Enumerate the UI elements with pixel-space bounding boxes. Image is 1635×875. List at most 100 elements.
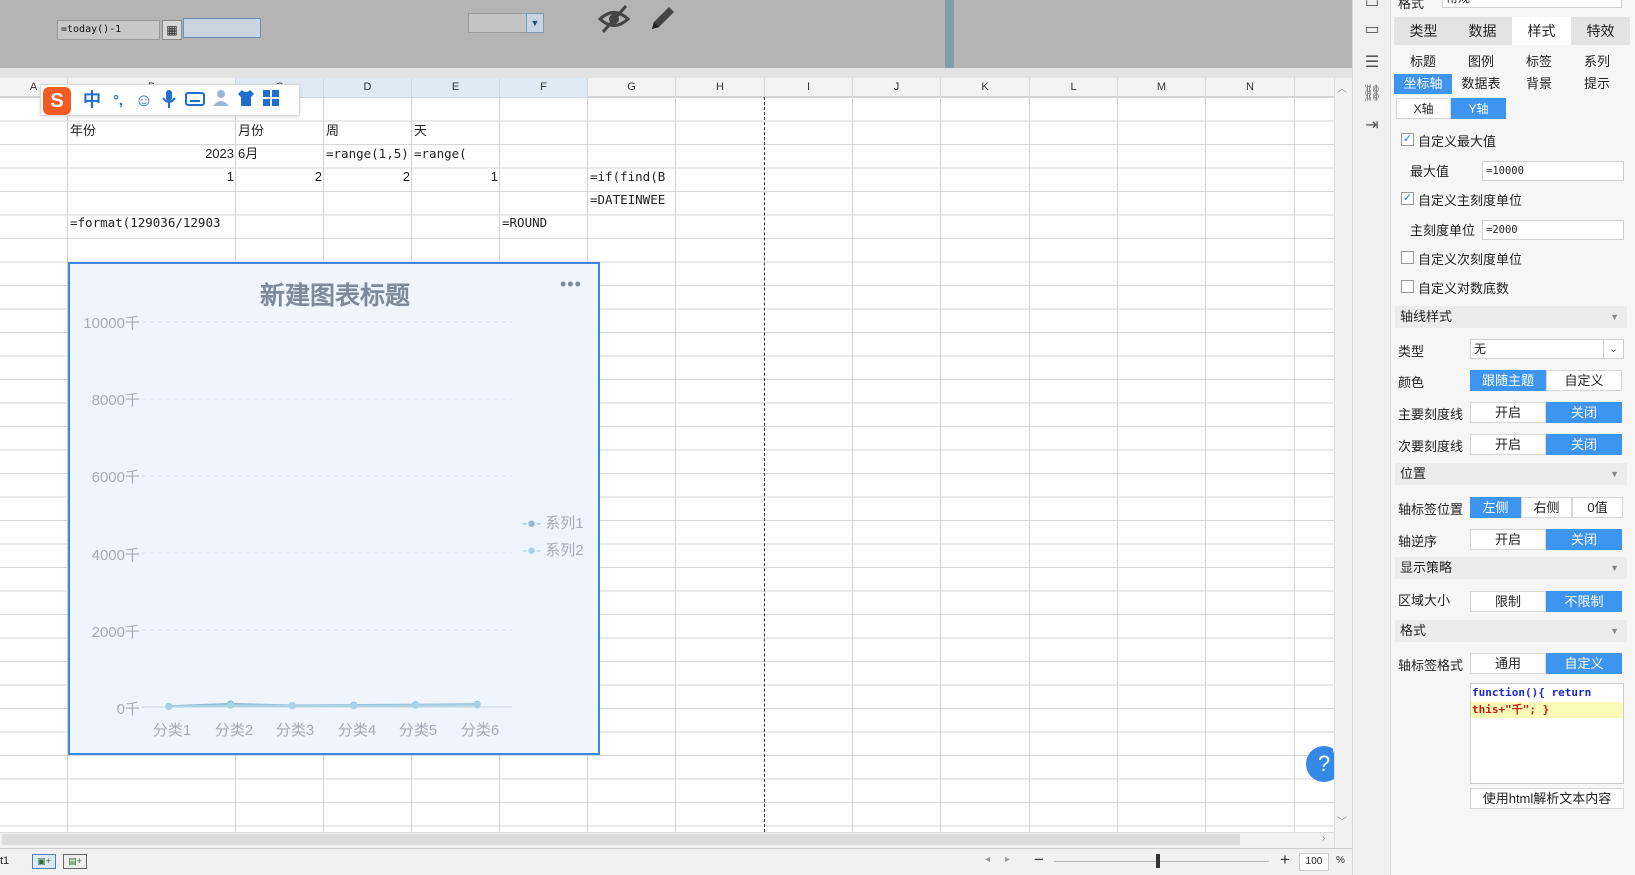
dropdown-field[interactable] xyxy=(468,13,528,33)
col-header-j[interactable]: J xyxy=(853,78,941,97)
col-header-m[interactable]: M xyxy=(1118,78,1206,97)
cell-c3[interactable]: 6月 xyxy=(238,144,318,164)
series-line-2[interactable] xyxy=(168,704,478,708)
cell-g5[interactable]: =DATEINWEE xyxy=(590,190,676,210)
series-point[interactable] xyxy=(412,701,419,709)
limit-button[interactable]: 限制 xyxy=(1470,591,1546,612)
eye-slash-icon[interactable] xyxy=(597,2,631,36)
shirt-icon[interactable] xyxy=(235,89,257,111)
scroll-down-icon[interactable]: ﹀ xyxy=(1337,813,1347,828)
cell-c2[interactable]: 月份 xyxy=(238,121,318,141)
col-header-e[interactable]: E xyxy=(412,78,500,97)
tab-style[interactable]: 样式 xyxy=(1512,17,1571,45)
prev-sheet-icon[interactable]: ◂ xyxy=(985,854,990,865)
dropdown-arrow-icon[interactable]: ▼ xyxy=(526,13,544,33)
cell-e3[interactable]: =range( xyxy=(414,144,500,164)
format-select[interactable]: 常规 xyxy=(1442,0,1622,8)
subtab-series[interactable]: 系列 xyxy=(1568,52,1626,72)
format-custom-button[interactable]: 自定义 xyxy=(1546,653,1622,674)
ime-mode-toggle[interactable]: 中 xyxy=(81,89,103,111)
cell-g4[interactable]: =if(find(B xyxy=(590,167,676,187)
code-editor[interactable]: function(){ return this+"千"; } xyxy=(1470,683,1624,784)
zoom-slider-thumb[interactable] xyxy=(1156,854,1160,868)
zoom-input[interactable]: 100 xyxy=(1299,853,1329,871)
col-header-d[interactable]: D xyxy=(324,78,412,97)
pos-right-button[interactable]: 右侧 xyxy=(1521,497,1572,518)
tab-data[interactable]: 数据 xyxy=(1453,17,1512,45)
horizontal-scroll-thumb[interactable] xyxy=(2,834,1240,845)
series-point[interactable] xyxy=(227,701,234,709)
cell-d4[interactable]: 2 xyxy=(326,167,410,187)
max-value-input[interactable]: =10000 xyxy=(1482,161,1624,181)
legend-item-series1[interactable]: -●- 系列1 xyxy=(522,512,584,533)
subtab-datatable[interactable]: 数据表 xyxy=(1452,74,1510,94)
subtab-legend[interactable]: 图例 xyxy=(1452,52,1510,72)
scroll-up-icon[interactable]: ︿ xyxy=(1337,80,1347,95)
formula-input[interactable]: =today()-1 xyxy=(57,20,160,40)
axis-tab-y[interactable]: Y轴 xyxy=(1451,98,1506,119)
series-point[interactable] xyxy=(350,702,358,710)
cell-f6[interactable]: =ROUND xyxy=(502,213,588,233)
custom-log-checkbox[interactable] xyxy=(1401,280,1414,293)
cell-b6[interactable]: =format(129036/12903 xyxy=(70,213,234,233)
col-header-g[interactable]: G xyxy=(588,78,676,97)
col-header-h[interactable]: H xyxy=(676,78,765,97)
cell-b2[interactable]: 年份 xyxy=(70,121,230,141)
zoom-slider-track[interactable] xyxy=(1054,861,1269,862)
custom-major-checkbox[interactable]: ✓ xyxy=(1401,192,1414,205)
tab-type[interactable]: 类型 xyxy=(1394,17,1453,45)
html-parse-button[interactable]: 使用html解析文本内容 xyxy=(1470,788,1624,809)
cell-format-icon[interactable]: ☐ xyxy=(1362,0,1382,12)
series-point[interactable] xyxy=(288,702,296,710)
subtab-title[interactable]: 标题 xyxy=(1394,52,1452,72)
keyboard-icon[interactable] xyxy=(184,89,206,111)
minor-tick-off-button[interactable]: 关闭 xyxy=(1546,434,1622,455)
custom-max-checkbox[interactable]: ✓ xyxy=(1401,133,1414,146)
pos-left-button[interactable]: 左侧 xyxy=(1470,497,1521,518)
cell-d2[interactable]: 周 xyxy=(326,121,406,141)
cell-d3[interactable]: =range(1,5) xyxy=(326,144,412,164)
zoom-in-icon[interactable]: + xyxy=(1280,850,1290,870)
microphone-icon[interactable] xyxy=(158,89,180,111)
legend-item-series2[interactable]: -●- 系列2 xyxy=(522,539,584,560)
chart-container[interactable]: 新建图表标题 ••• 10000千 8000千 6000千 4000千 2000… xyxy=(68,262,600,755)
position-section[interactable]: 位置 ▼ xyxy=(1395,463,1627,485)
subtab-background[interactable]: 背景 xyxy=(1510,74,1568,94)
series-point[interactable] xyxy=(165,703,173,711)
axis-style-section[interactable]: 轴线样式 ▼ xyxy=(1395,306,1627,328)
major-value-input[interactable]: =2000 xyxy=(1482,220,1624,240)
emoji-icon[interactable]: ☺ xyxy=(133,89,155,111)
date-field[interactable] xyxy=(183,18,261,38)
subtab-axis[interactable]: 坐标轴 xyxy=(1394,74,1452,94)
series-point[interactable] xyxy=(473,701,481,709)
sheet-tab[interactable]: t1 xyxy=(0,855,9,867)
copy-sheet-icon[interactable]: ▤+ xyxy=(63,854,87,869)
import-icon[interactable]: ⇥ xyxy=(1362,116,1382,136)
color-custom-button[interactable]: 自定义 xyxy=(1546,370,1622,391)
cell-e4[interactable]: 1 xyxy=(414,167,498,187)
pencil-icon[interactable] xyxy=(647,2,679,34)
cell-e2[interactable]: 天 xyxy=(414,121,494,141)
col-header-l[interactable]: L xyxy=(1030,78,1118,97)
chevron-down-icon[interactable]: ⌄ xyxy=(1603,340,1623,358)
col-header-i[interactable]: I xyxy=(765,78,853,97)
pos-zero-button[interactable]: 0值 xyxy=(1572,497,1623,518)
format-section[interactable]: 格式 ▼ xyxy=(1395,620,1627,642)
reverse-on-button[interactable]: 开启 xyxy=(1470,529,1546,550)
zoom-out-icon[interactable]: − xyxy=(1034,850,1044,870)
display-section[interactable]: 显示策略 ▼ xyxy=(1395,557,1627,579)
condition-icon[interactable]: ☰ xyxy=(1362,53,1382,73)
ime-logo-icon[interactable]: S xyxy=(43,87,71,115)
col-header-k[interactable]: K xyxy=(941,78,1030,97)
tab-effects[interactable]: 特效 xyxy=(1571,17,1630,45)
widget-icon[interactable]: ▭ xyxy=(1362,20,1382,40)
link-icon[interactable]: ⛓ xyxy=(1362,84,1382,104)
reverse-off-button[interactable]: 关闭 xyxy=(1546,529,1622,550)
cell-c4[interactable]: 2 xyxy=(238,167,322,187)
add-sheet-icon[interactable]: ▣+ xyxy=(32,854,56,869)
subtab-tooltip[interactable]: 提示 xyxy=(1568,74,1626,94)
grid-menu-icon[interactable] xyxy=(260,89,282,111)
scroll-right-icon[interactable]: › xyxy=(1322,833,1325,844)
cell-b4[interactable]: 1 xyxy=(70,167,234,187)
next-sheet-icon[interactable]: ▸ xyxy=(1005,854,1010,865)
